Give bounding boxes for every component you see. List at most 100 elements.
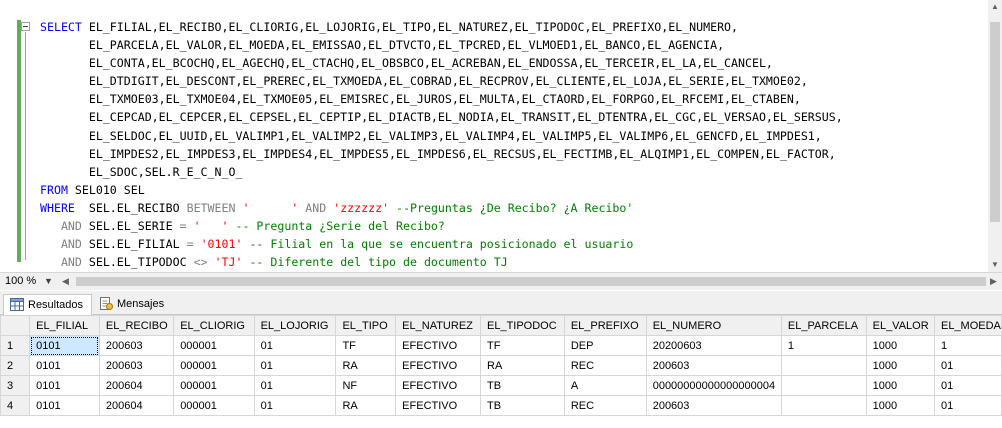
grid-cell[interactable] bbox=[780, 395, 867, 416]
grid-cell[interactable]: 01 bbox=[933, 355, 1002, 376]
table-row[interactable]: 3 0101 200604 000001 01 NF EFECTIVO TB A 00000000… bbox=[0, 375, 1002, 396]
column-header-el-filial[interactable]: EL_FILIAL bbox=[29, 315, 100, 336]
grid-cell[interactable]: 0101 bbox=[29, 355, 100, 376]
code-line[interactable]: EL_PARCELA,EL_VALOR,EL_MOEDA,EL_EMISSAO,… bbox=[40, 36, 843, 54]
row-number[interactable]: 1 bbox=[0, 335, 31, 356]
grid-cell[interactable]: 00000000000000000004 bbox=[645, 375, 782, 396]
code-line[interactable]: EL_IMPDES2,EL_IMPDES3,EL_IMPDES4,EL_IMPD… bbox=[40, 145, 843, 163]
grid-cell[interactable]: 01 bbox=[253, 335, 337, 356]
grid-cell[interactable]: 01 bbox=[933, 375, 1002, 396]
code-line[interactable]: WHERE SEL.EL_RECIBO BETWEEN ' ' AND 'zzz… bbox=[40, 199, 843, 217]
code-line[interactable]: FROM SEL010 SEL bbox=[40, 181, 843, 199]
grid-cell[interactable]: 200603 bbox=[98, 355, 175, 376]
table-row[interactable]: 2 0101 200603 000001 01 RA EFECTIVO RA REC 200603… bbox=[0, 355, 1002, 376]
sql-code[interactable]: SELECT EL_FILIAL,EL_RECIBO,EL_CLIORIG,EL… bbox=[40, 18, 843, 272]
horizontal-scroll-thumb[interactable] bbox=[76, 277, 986, 286]
code-line[interactable]: EL_CEPCAD,EL_CEPCER,EL_CEPSEL,EL_CEPTIP,… bbox=[40, 108, 843, 126]
row-number[interactable]: 4 bbox=[0, 395, 31, 416]
grid-cell[interactable]: 01 bbox=[253, 355, 337, 376]
scroll-left-icon[interactable]: ◀ bbox=[62, 275, 69, 288]
code-line[interactable]: AND SEL.EL_FILIAL = '0101' -- Filial en … bbox=[40, 235, 843, 253]
vertical-scroll-thumb[interactable] bbox=[990, 22, 1000, 222]
row-number[interactable]: 2 bbox=[0, 355, 31, 376]
sql-editor[interactable]: SELECT EL_FILIAL,EL_RECIBO,EL_CLIORIG,EL… bbox=[0, 0, 1002, 272]
code-line[interactable]: SELECT EL_FILIAL,EL_RECIBO,EL_CLIORIG,EL… bbox=[40, 18, 843, 36]
grid-cell[interactable]: RA bbox=[335, 395, 397, 416]
grid-cell[interactable]: 200604 bbox=[98, 395, 175, 416]
column-header-el-tipo[interactable]: EL_TIPO bbox=[335, 315, 397, 336]
grid-cell[interactable]: NF bbox=[335, 375, 397, 396]
grid-cell[interactable]: 01 bbox=[253, 395, 337, 416]
scroll-right-icon[interactable]: ▶ bbox=[990, 275, 997, 288]
grid-cell[interactable]: EFECTIVO bbox=[395, 355, 481, 376]
grid-cell[interactable]: EFECTIVO bbox=[395, 335, 481, 356]
table-row[interactable]: 1 0101 200603 000001 01 TF EFECTIVO TF DEP 202006… bbox=[0, 335, 1002, 356]
grid-corner[interactable] bbox=[0, 315, 31, 336]
zoom-dropdown-icon[interactable]: ▼ bbox=[44, 274, 53, 289]
grid-cell[interactable]: 000001 bbox=[173, 395, 255, 416]
grid-cell[interactable]: 200603 bbox=[645, 395, 782, 416]
code-line[interactable]: EL_CONTA,EL_BCOCHQ,EL_AGECHQ,EL_CTACHQ,E… bbox=[40, 54, 843, 72]
column-header-el-numero[interactable]: EL_NUMERO bbox=[645, 315, 782, 336]
column-header-el-cliorig[interactable]: EL_CLIORIG bbox=[173, 315, 255, 336]
code-line[interactable]: EL_SELDOC,EL_UUID,EL_VALIMP1,EL_VALIMP2,… bbox=[40, 127, 843, 145]
zoom-level[interactable]: 100 % bbox=[5, 274, 36, 289]
grid-cell[interactable]: 200604 bbox=[98, 375, 175, 396]
grid-cell[interactable]: 0101 bbox=[29, 375, 100, 396]
grid-cell[interactable]: 1000 bbox=[865, 395, 935, 416]
code-line[interactable]: EL_DTDIGIT,EL_DESCONT,EL_PREREC,EL_TXMOE… bbox=[40, 72, 843, 90]
grid-cell[interactable]: TB bbox=[480, 375, 565, 396]
column-header-el-lojorig[interactable]: EL_LOJORIG bbox=[253, 315, 337, 336]
vertical-scrollbar[interactable]: ▲ ▼ bbox=[988, 0, 1002, 272]
grid-cell[interactable]: 0101 bbox=[29, 395, 100, 416]
grid-cell[interactable]: TF bbox=[480, 335, 565, 356]
sql-text: EL_SELDOC,EL_UUID,EL_VALIMP1,EL_VALIMP2,… bbox=[40, 128, 822, 143]
grid-cell[interactable]: 000001 bbox=[173, 375, 255, 396]
code-line[interactable]: EL_TXMOE03,EL_TXMOE04,EL_TXMOE05,EL_EMIS… bbox=[40, 90, 843, 108]
grid-cell[interactable]: 1000 bbox=[865, 375, 935, 396]
grid-cell[interactable]: 1 bbox=[780, 335, 867, 356]
grid-cell[interactable]: A bbox=[563, 375, 647, 396]
collapse-toggle-icon[interactable] bbox=[21, 22, 30, 31]
grid-cell[interactable]: TF bbox=[335, 335, 397, 356]
grid-cell[interactable]: 1000 bbox=[865, 335, 935, 356]
code-line[interactable]: AND SEL.EL_TIPODOC <> 'TJ' -- Diferente … bbox=[40, 253, 843, 271]
grid-cell[interactable]: EFECTIVO bbox=[395, 395, 481, 416]
column-header-el-moeda[interactable]: EL_MOEDA bbox=[933, 315, 1002, 336]
scroll-down-icon[interactable]: ▼ bbox=[988, 258, 1002, 272]
grid-cell[interactable]: 0101 bbox=[29, 335, 100, 356]
grid-cell[interactable]: 000001 bbox=[173, 355, 255, 376]
column-header-el-naturez[interactable]: EL_NATUREZ bbox=[395, 315, 481, 336]
table-row[interactable]: 4 0101 200604 000001 01 RA EFECTIVO TB REC 200603… bbox=[0, 395, 1002, 416]
grid-cell[interactable]: REC bbox=[563, 395, 647, 416]
grid-cell[interactable] bbox=[780, 375, 867, 396]
grid-cell[interactable]: 000001 bbox=[173, 335, 255, 356]
column-header-el-prefixo[interactable]: EL_PREFIXO bbox=[563, 315, 647, 336]
grid-cell[interactable]: 200603 bbox=[645, 355, 782, 376]
row-number[interactable]: 3 bbox=[0, 375, 31, 396]
grid-cell[interactable]: 20200603 bbox=[645, 335, 782, 356]
tab-mensajes[interactable]: Mensajes bbox=[93, 294, 170, 315]
code-line[interactable]: AND SEL.EL_SERIE = ' ' -- Pregunta ¿Seri… bbox=[40, 217, 843, 235]
grid-cell[interactable]: 1000 bbox=[865, 355, 935, 376]
grid-cell[interactable]: 1 bbox=[933, 335, 1002, 356]
column-header-el-recibo[interactable]: EL_RECIBO bbox=[98, 315, 175, 336]
grid-cell[interactable]: 01 bbox=[933, 395, 1002, 416]
grid-cell[interactable]: 200603 bbox=[98, 335, 175, 356]
code-line[interactable]: EL_SDOC,SEL.R_E_C_N_O_ bbox=[40, 163, 843, 181]
column-header-el-tipodoc[interactable]: EL_TIPODOC bbox=[480, 315, 565, 336]
column-header-el-valor[interactable]: EL_VALOR bbox=[865, 315, 935, 336]
grid-cell[interactable]: REC bbox=[563, 355, 647, 376]
results-grid[interactable]: EL_FILIAL EL_RECIBO EL_CLIORIG EL_LOJORIG EL… bbox=[0, 315, 1002, 428]
grid-cell[interactable] bbox=[780, 355, 867, 376]
sql-text: SEL.EL_FILIAL bbox=[81, 237, 187, 252]
grid-cell[interactable]: TB bbox=[480, 395, 565, 416]
scroll-up-icon[interactable]: ▲ bbox=[988, 0, 1002, 14]
tab-resultados[interactable]: Resultados bbox=[3, 294, 92, 315]
grid-cell[interactable]: RA bbox=[335, 355, 397, 376]
grid-cell[interactable]: 01 bbox=[253, 375, 337, 396]
column-header-el-parcela[interactable]: EL_PARCELA bbox=[780, 315, 867, 336]
grid-cell[interactable]: EFECTIVO bbox=[395, 375, 481, 396]
grid-cell[interactable]: DEP bbox=[563, 335, 647, 356]
grid-cell[interactable]: RA bbox=[480, 355, 565, 376]
